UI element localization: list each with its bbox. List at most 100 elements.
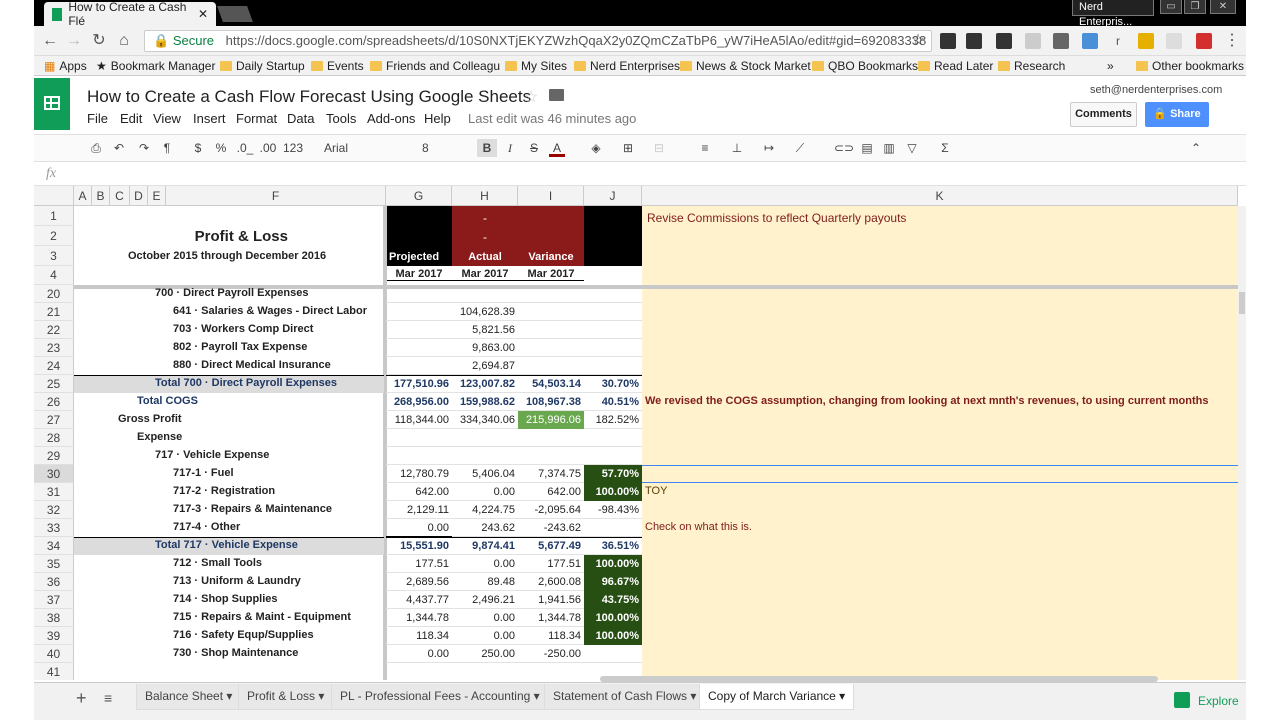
row-label[interactable]: 714 · Shop Supplies bbox=[170, 593, 281, 605]
cell-h[interactable]: 159,988.62 bbox=[452, 393, 518, 411]
filter-icon[interactable]: ▽ bbox=[904, 139, 920, 157]
cell-j[interactable] bbox=[584, 303, 642, 321]
row-label[interactable]: Total COGS bbox=[134, 395, 201, 407]
add-sheet-icon[interactable]: + bbox=[76, 688, 87, 709]
cell-h[interactable] bbox=[452, 285, 518, 303]
row-label[interactable]: 717-2 · Registration bbox=[170, 485, 278, 497]
sheet-tab[interactable]: Balance Sheet ▾ bbox=[136, 684, 242, 710]
cell-h[interactable]: 123,007.82 bbox=[452, 375, 518, 393]
font-select[interactable]: Arial bbox=[324, 139, 384, 157]
selected-cell[interactable] bbox=[642, 465, 1238, 483]
bookmark-folder[interactable]: Research bbox=[998, 58, 1065, 74]
cell-i[interactable] bbox=[518, 357, 584, 375]
bookmark-star-icon[interactable]: ☆ bbox=[908, 31, 928, 51]
scrollbar-thumb[interactable] bbox=[1239, 292, 1245, 314]
extension-icon[interactable] bbox=[1082, 33, 1098, 49]
user-email[interactable]: seth@nerdenterprises.com bbox=[1090, 84, 1222, 96]
row-header[interactable]: 2 bbox=[34, 226, 74, 246]
row-label[interactable]: 717 · Vehicle Expense bbox=[152, 449, 272, 461]
cell-j[interactable]: 36.51% bbox=[584, 537, 642, 555]
restore-icon[interactable]: ❐ bbox=[1184, 0, 1206, 14]
cell-j[interactable]: 100.00% bbox=[584, 609, 642, 627]
extension-icon[interactable] bbox=[1138, 33, 1154, 49]
column-header[interactable]: F bbox=[166, 186, 386, 206]
row-header[interactable]: 28 bbox=[34, 429, 74, 447]
cell-k-note[interactable]: We revised the COGS assumption, changing… bbox=[642, 395, 1212, 407]
bookmark-folder[interactable]: Friends and Colleagu bbox=[370, 58, 500, 74]
bookmark-folder[interactable]: Other bookmarks bbox=[1136, 58, 1244, 74]
cell-i[interactable]: 108,967.38 bbox=[518, 393, 584, 411]
cell-g[interactable] bbox=[386, 429, 452, 447]
cell-j[interactable]: 100.00% bbox=[584, 483, 642, 501]
decrease-decimal-button[interactable]: .0_ bbox=[236, 139, 254, 157]
functions-button[interactable]: Σ bbox=[938, 139, 952, 157]
menu-file[interactable]: File bbox=[87, 111, 108, 126]
header-variance[interactable]: Variance bbox=[518, 251, 584, 263]
row-header[interactable]: 32 bbox=[34, 501, 74, 519]
cell-j[interactable]: 57.70% bbox=[584, 465, 642, 483]
cell-i[interactable]: -2,095.64 bbox=[518, 501, 584, 519]
cell-g[interactable] bbox=[386, 663, 452, 680]
cell-h[interactable]: 104,628.39 bbox=[452, 303, 518, 321]
cell-i[interactable]: 118.34 bbox=[518, 627, 584, 645]
cell-i[interactable]: 215,996.06 bbox=[518, 411, 584, 429]
row-header[interactable]: 37 bbox=[34, 591, 74, 609]
cell-j[interactable]: 43.75% bbox=[584, 591, 642, 609]
column-header[interactable]: C bbox=[110, 186, 130, 206]
cell-g[interactable]: 642.00 bbox=[386, 483, 452, 501]
row-header[interactable]: 41 bbox=[34, 663, 74, 680]
cell-g[interactable] bbox=[386, 303, 452, 321]
extension-icon[interactable] bbox=[966, 33, 982, 49]
cell-i[interactable] bbox=[518, 339, 584, 357]
cell-h[interactable]: 243.62 bbox=[452, 519, 518, 537]
sheets-logo-icon[interactable] bbox=[34, 78, 70, 130]
extension-icon[interactable]: r bbox=[1110, 33, 1126, 49]
close-tab-icon[interactable]: ✕ bbox=[198, 7, 208, 21]
extension-icon[interactable] bbox=[1053, 33, 1069, 49]
formula-bar[interactable] bbox=[34, 163, 1246, 186]
menu-insert[interactable]: Insert bbox=[193, 111, 226, 126]
cell-i[interactable] bbox=[518, 285, 584, 303]
address-bar[interactable]: 🔒 Secure https://docs.google.com/spreads… bbox=[144, 30, 932, 52]
cell-g[interactable]: 4,437.77 bbox=[386, 591, 452, 609]
row-label[interactable]: Total 700 · Direct Payroll Expenses bbox=[152, 377, 340, 389]
folder-icon[interactable] bbox=[549, 89, 564, 101]
cell-k1-note[interactable]: Revise Commissions to reflect Quarterly … bbox=[644, 211, 909, 225]
cell-i[interactable]: -250.00 bbox=[518, 645, 584, 663]
header-month-h[interactable]: Mar 2017 bbox=[452, 268, 518, 281]
bookmark-folder[interactable]: My Sites bbox=[505, 58, 567, 74]
cell-i[interactable]: 1,344.78 bbox=[518, 609, 584, 627]
cell-i[interactable] bbox=[518, 447, 584, 465]
cell-h[interactable] bbox=[452, 447, 518, 465]
bookmark-folder[interactable]: QBO Bookmarks bbox=[812, 58, 918, 74]
row-label[interactable]: 880 · Direct Medical Insurance bbox=[170, 359, 334, 371]
cell-j[interactable] bbox=[584, 429, 642, 447]
cell-k-note[interactable]: TOY bbox=[642, 485, 670, 497]
undo-icon[interactable]: ↶ bbox=[111, 139, 127, 157]
column-header[interactable]: K bbox=[642, 186, 1238, 206]
extension-icon[interactable] bbox=[1166, 33, 1182, 49]
extension-icon[interactable] bbox=[1025, 33, 1041, 49]
row-label[interactable]: 713 · Uniform & Laundry bbox=[170, 575, 304, 587]
last-edit-status[interactable]: Last edit was 46 minutes ago bbox=[468, 111, 636, 126]
cell-g[interactable]: 177.51 bbox=[386, 555, 452, 573]
fill-color-icon[interactable]: ◈ bbox=[588, 139, 604, 157]
bookmarks-overflow-icon[interactable]: » bbox=[1107, 58, 1114, 74]
cell-j[interactable]: 30.70% bbox=[584, 375, 642, 393]
cell-g[interactable]: 0.00 bbox=[386, 519, 452, 537]
currency-button[interactable]: $ bbox=[192, 139, 204, 157]
row-header[interactable]: 3 bbox=[34, 246, 74, 266]
column-header[interactable]: G bbox=[386, 186, 452, 206]
forward-icon[interactable]: → bbox=[64, 31, 84, 51]
cell-i[interactable]: -243.62 bbox=[518, 519, 584, 537]
document-title[interactable]: How to Create a Cash Flow Forecast Using… bbox=[87, 87, 531, 107]
text-rotate-icon[interactable]: ⟋ bbox=[792, 139, 808, 157]
cell-j[interactable] bbox=[584, 285, 642, 303]
row-label[interactable]: 703 · Workers Comp Direct bbox=[170, 323, 316, 335]
cell-i[interactable]: 177.51 bbox=[518, 555, 584, 573]
italic-button[interactable]: I bbox=[502, 139, 518, 157]
cell-g[interactable]: 15,551.90 bbox=[386, 537, 452, 555]
print-icon[interactable]: ⎙ bbox=[88, 139, 104, 157]
minimize-icon[interactable]: ▭ bbox=[1160, 0, 1182, 14]
vertical-scrollbar[interactable] bbox=[1238, 206, 1246, 680]
